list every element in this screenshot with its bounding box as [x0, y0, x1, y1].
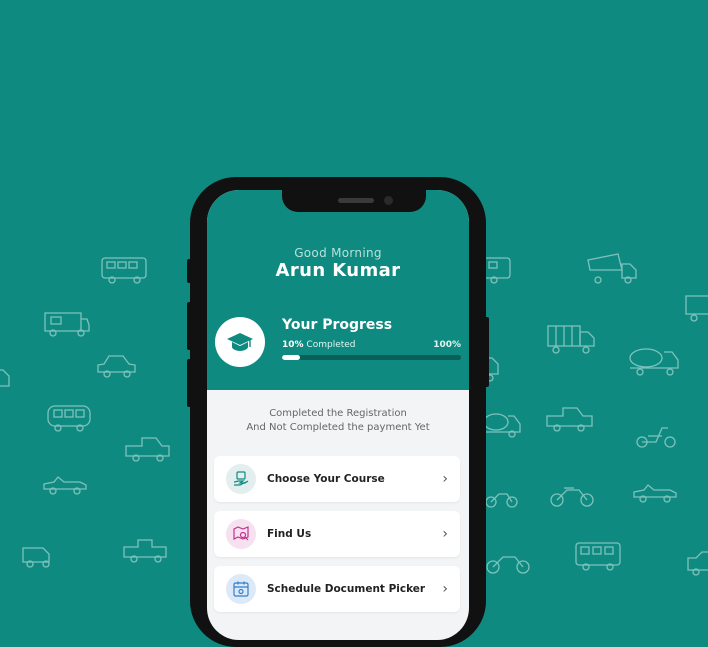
calendar-icon [233, 581, 249, 597]
scooter-icon [636, 427, 676, 448]
menu-label: Choose Your Course [267, 473, 385, 485]
pickup-truck-icon [125, 437, 170, 462]
progress-percent-value: 10% [282, 340, 304, 350]
user-name: Arun Kumar [275, 260, 401, 281]
convertible-icon [43, 476, 87, 495]
status-line-2: And Not Completed the payment Yet [246, 422, 430, 433]
menu-item-find-us[interactable]: Find Us › [214, 511, 460, 557]
progress-completed-label: Completed [306, 340, 356, 350]
speaker-grille [338, 198, 374, 203]
cement-mixer-icon [484, 413, 521, 438]
header-section: Good Morning Arun Kumar Your Progress 10… [207, 190, 469, 390]
menu-icon-badge [226, 519, 256, 549]
car-icon [97, 355, 136, 378]
status-line-1: Completed the Registration [269, 408, 407, 419]
map-search-icon [233, 526, 249, 541]
phone-side-button [187, 359, 191, 407]
dump-truck-icon [587, 253, 637, 284]
motorcycle-icon [485, 493, 518, 508]
menu-label: Schedule Document Picker [267, 583, 426, 595]
pickup-truck-icon [546, 407, 593, 432]
graduation-cap-badge [215, 317, 265, 367]
graduation-cap-icon [227, 333, 253, 351]
small-car-icon [22, 547, 50, 568]
chevron-right-icon: › [442, 581, 448, 597]
phone-notch [282, 190, 426, 212]
chevron-right-icon: › [442, 471, 448, 487]
progress-title: Your Progress [282, 317, 393, 333]
chevron-right-icon: › [442, 526, 448, 542]
convertible-icon [633, 484, 677, 503]
bus-icon [101, 257, 147, 284]
greeting-text: Good Morning [294, 246, 382, 260]
bus-icon [575, 542, 621, 571]
container-truck-icon [547, 325, 595, 354]
motorcycle-icon [550, 487, 594, 507]
car-icon [0, 369, 10, 387]
truck-icon [685, 295, 708, 322]
front-camera [384, 196, 393, 205]
motorcycle-icon [486, 556, 530, 574]
menu-item-schedule-document-picker[interactable]: Schedule Document Picker › [214, 566, 460, 612]
phone-side-button [187, 259, 191, 283]
hand-book-icon [233, 471, 249, 486]
progress-max-label: 100% [433, 340, 461, 350]
progress-bar [282, 355, 461, 360]
jeep-icon [123, 539, 167, 563]
phone-side-button [485, 317, 489, 387]
bus-icon [483, 257, 511, 284]
menu-item-choose-course[interactable]: Choose Your Course › [214, 456, 460, 502]
menu-icon-badge [226, 464, 256, 494]
registration-status-message: Completed the Registration And Not Compl… [207, 407, 469, 435]
progress-bar-fill [282, 355, 300, 360]
van-icon [47, 405, 91, 432]
truck-icon [687, 551, 708, 576]
menu-label: Find Us [267, 528, 312, 540]
progress-percent-label: 10% Completed [282, 340, 356, 350]
camper-icon [44, 312, 90, 337]
phone-frame: Good Morning Arun Kumar Your Progress 10… [187, 177, 489, 647]
phone-side-button [187, 302, 191, 350]
cement-mixer-icon [629, 348, 679, 376]
menu-icon-badge [226, 574, 256, 604]
app-screen: Good Morning Arun Kumar Your Progress 10… [207, 190, 469, 640]
